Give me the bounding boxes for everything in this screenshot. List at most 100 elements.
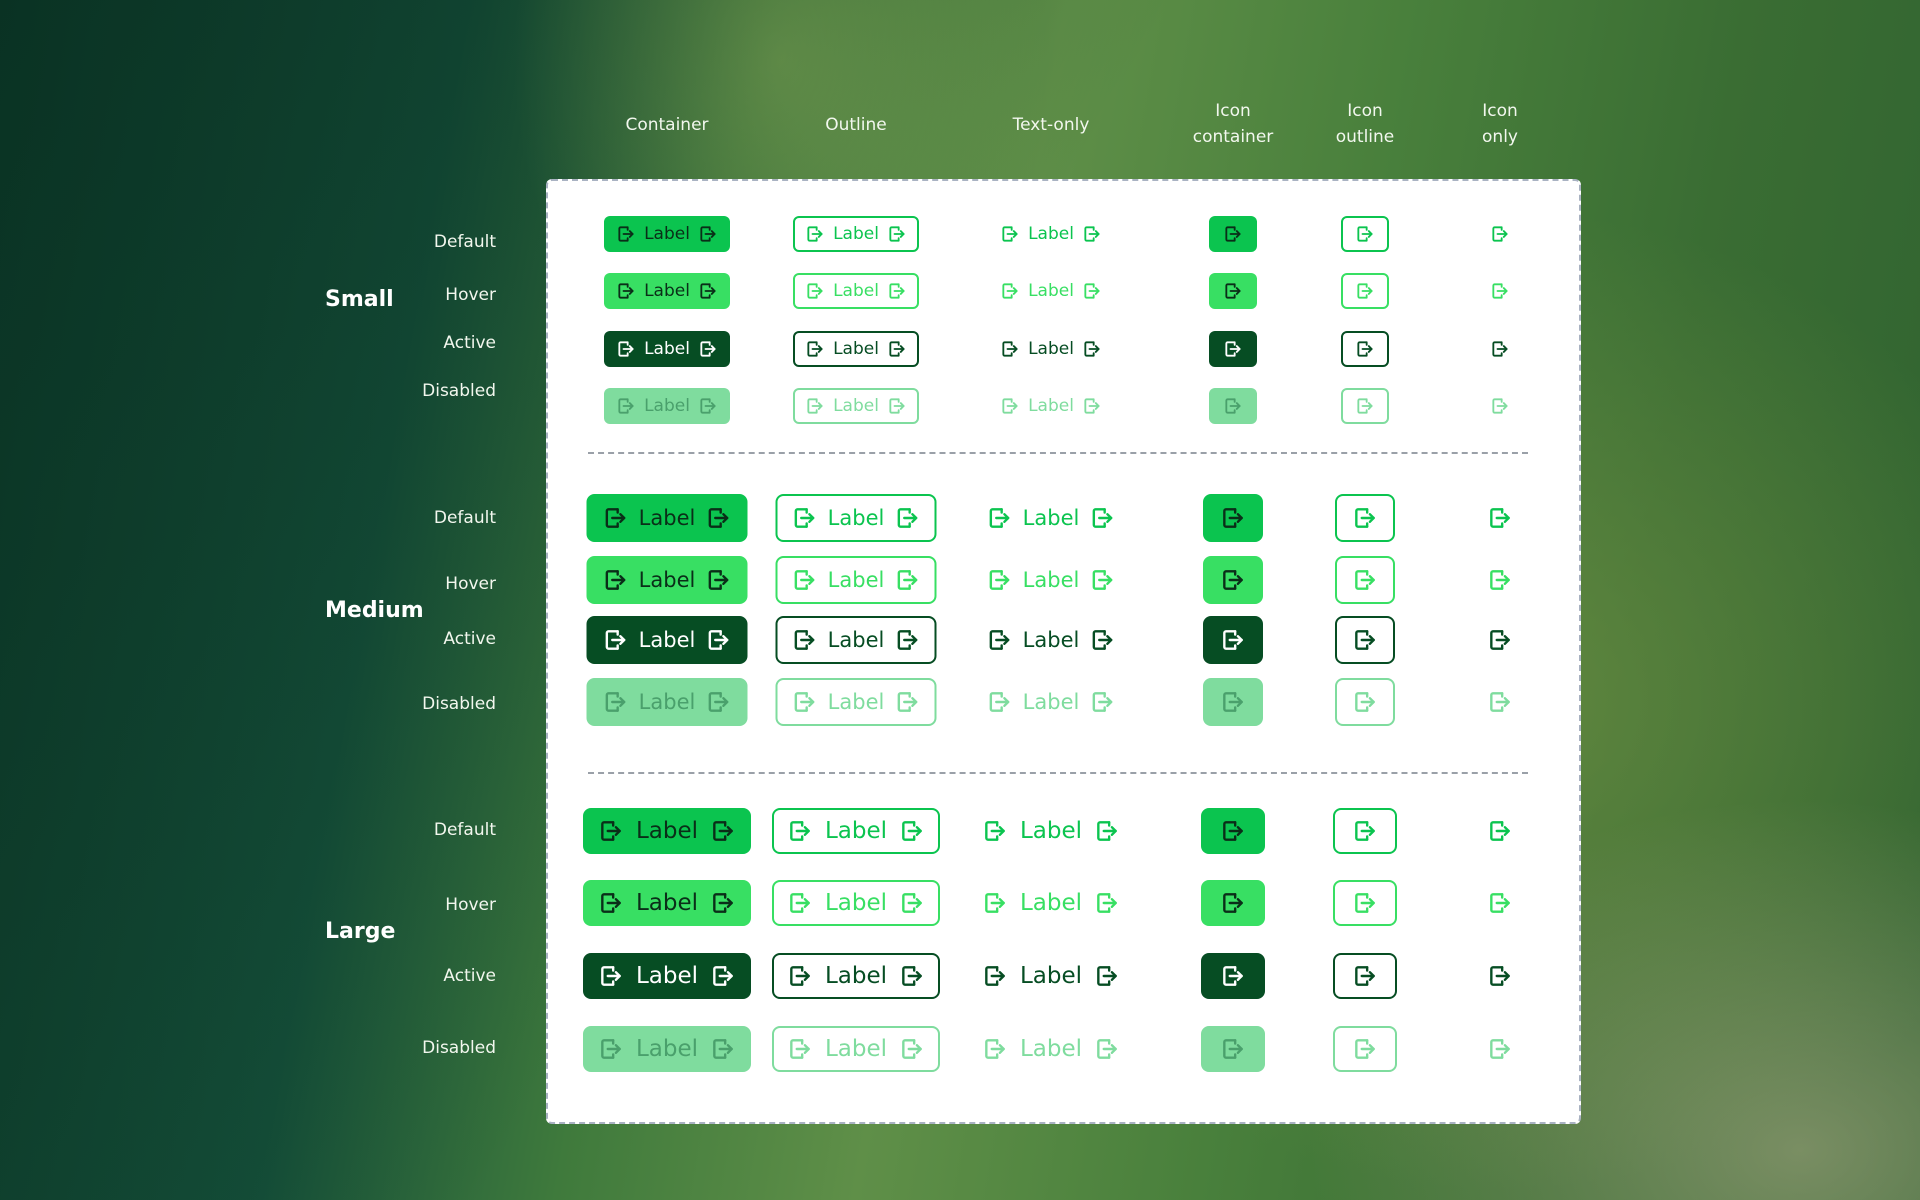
logout-icon	[601, 1039, 621, 1059]
logout-icon	[889, 226, 905, 242]
small-icon-only-hover-button[interactable]	[1480, 271, 1520, 311]
large-text-default-button[interactable]: Label	[967, 808, 1135, 854]
logout-icon	[605, 630, 626, 650]
medium-icon-container-default-button[interactable]	[1203, 494, 1263, 542]
button-label: Label	[635, 890, 699, 916]
large-icon-container-hover-button[interactable]	[1201, 880, 1265, 926]
small-text-active-button[interactable]: Label	[988, 331, 1114, 367]
logout-icon	[1084, 398, 1100, 414]
medium-container-active-button[interactable]: Label	[586, 616, 748, 664]
medium-outline-default-button[interactable]: Label	[775, 494, 937, 542]
logout-icon	[790, 966, 810, 986]
logout-icon	[1225, 341, 1241, 357]
button-label: Label	[1019, 890, 1083, 916]
small-icon-container-hover-button[interactable]	[1209, 273, 1257, 309]
button-label: Label	[644, 224, 690, 244]
medium-outline-active-button[interactable]: Label	[775, 616, 937, 664]
medium-outline-hover-button[interactable]: Label	[775, 556, 937, 604]
button-label: Label	[824, 818, 888, 844]
medium-icon-container-active-button[interactable]	[1203, 616, 1263, 664]
button-label: Label	[644, 339, 690, 359]
column-header-container: Container	[597, 112, 737, 138]
small-icon-only-active-button[interactable]	[1480, 329, 1520, 369]
small-icon-container-active-button[interactable]	[1209, 331, 1257, 367]
logout-icon	[794, 508, 815, 528]
large-icon-only-hover-button[interactable]	[1480, 883, 1520, 923]
state-label-large-default: Default	[433, 820, 496, 840]
large-outline-active-button[interactable]: Label	[772, 953, 940, 999]
medium-text-hover-button[interactable]: Label	[971, 556, 1132, 604]
logout-icon	[713, 966, 733, 986]
small-outline-disabled-button: Label	[793, 388, 919, 424]
button-label: Label	[1019, 963, 1083, 989]
medium-container-default-button[interactable]: Label	[586, 494, 748, 542]
small-container-hover-button[interactable]: Label	[604, 273, 730, 309]
logout-icon	[807, 226, 823, 242]
column-header-icon-only: Icon only	[1430, 98, 1570, 150]
large-icon-container-default-button[interactable]	[1201, 808, 1265, 854]
size-label-large: Large	[325, 919, 396, 944]
small-outline-hover-button[interactable]: Label	[793, 273, 919, 309]
medium-icon-outline-active-button[interactable]	[1335, 616, 1395, 664]
small-outline-default-button[interactable]: Label	[793, 216, 919, 252]
large-icon-outline-active-button[interactable]	[1333, 953, 1397, 999]
medium-icon-outline-default-button[interactable]	[1335, 494, 1395, 542]
logout-icon	[1084, 226, 1100, 242]
logout-icon	[601, 821, 621, 841]
large-outline-hover-button[interactable]: Label	[772, 880, 940, 926]
large-container-default-button[interactable]: Label	[583, 808, 751, 854]
logout-icon	[1492, 398, 1508, 414]
small-icon-outline-default-button[interactable]	[1341, 216, 1389, 252]
logout-icon	[1492, 226, 1508, 242]
small-icon-outline-hover-button[interactable]	[1341, 273, 1389, 309]
logout-icon	[902, 893, 922, 913]
small-icon-outline-active-button[interactable]	[1341, 331, 1389, 367]
logout-icon	[713, 1039, 733, 1059]
small-container-default-button[interactable]: Label	[604, 216, 730, 252]
section-divider	[588, 772, 1528, 774]
small-text-hover-button[interactable]: Label	[988, 273, 1114, 309]
logout-icon	[700, 398, 716, 414]
small-container-active-button[interactable]: Label	[604, 331, 730, 367]
logout-icon	[1092, 570, 1113, 590]
column-header-line: Outline	[825, 115, 887, 135]
large-text-active-button[interactable]: Label	[967, 953, 1135, 999]
button-label: Label	[1022, 690, 1080, 714]
logout-icon	[1355, 821, 1375, 841]
small-text-default-button[interactable]: Label	[988, 216, 1114, 252]
logout-icon	[618, 226, 634, 242]
small-outline-active-button[interactable]: Label	[793, 331, 919, 367]
medium-text-active-button[interactable]: Label	[971, 616, 1132, 664]
medium-icon-only-hover-button[interactable]	[1480, 560, 1520, 600]
logout-icon	[1223, 630, 1243, 650]
medium-icon-container-hover-button[interactable]	[1203, 556, 1263, 604]
small-icon-only-default-button[interactable]	[1480, 214, 1520, 254]
logout-icon	[1084, 341, 1100, 357]
large-icon-only-active-button[interactable]	[1480, 956, 1520, 996]
medium-icon-outline-hover-button[interactable]	[1335, 556, 1395, 604]
large-icon-container-active-button[interactable]	[1201, 953, 1265, 999]
small-icon-container-default-button[interactable]	[1209, 216, 1257, 252]
large-outline-default-button[interactable]: Label	[772, 808, 940, 854]
button-label: Label	[1019, 1036, 1083, 1062]
button-label: Label	[635, 1036, 699, 1062]
large-outline-disabled-button: Label	[772, 1026, 940, 1072]
button-label: Label	[638, 628, 696, 652]
large-icon-only-default-button[interactable]	[1480, 811, 1520, 851]
logout-icon	[605, 508, 626, 528]
large-text-hover-button[interactable]: Label	[967, 880, 1135, 926]
logout-icon	[1490, 630, 1510, 650]
logout-icon	[708, 508, 729, 528]
state-label-small-default: Default	[433, 232, 496, 252]
large-icon-outline-default-button[interactable]	[1333, 808, 1397, 854]
medium-icon-only-active-button[interactable]	[1480, 620, 1520, 660]
medium-text-default-button[interactable]: Label	[971, 494, 1132, 542]
large-icon-outline-hover-button[interactable]	[1333, 880, 1397, 926]
logout-icon	[989, 570, 1010, 590]
large-container-hover-button[interactable]: Label	[583, 880, 751, 926]
logout-icon	[897, 630, 918, 650]
large-container-active-button[interactable]: Label	[583, 953, 751, 999]
logout-icon	[897, 508, 918, 528]
medium-icon-only-default-button[interactable]	[1480, 498, 1520, 538]
medium-container-hover-button[interactable]: Label	[586, 556, 748, 604]
